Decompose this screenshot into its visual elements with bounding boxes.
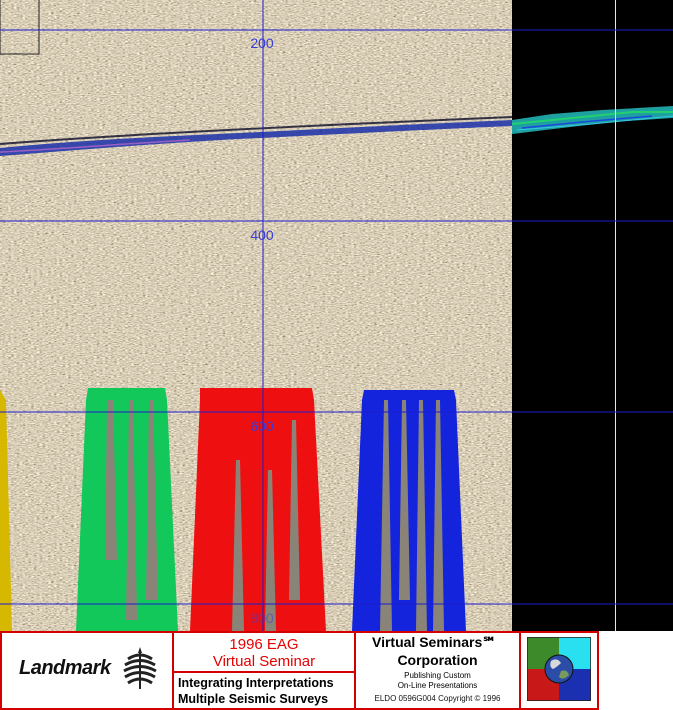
topic-line-2: Multiple Seismic Surveys <box>178 692 329 706</box>
depth-label-600: 600 <box>250 418 274 434</box>
company-type: Corporation <box>397 652 478 668</box>
seminar-year: 1996 EAG <box>229 636 299 653</box>
topic-line-1: Integrating Interpretations <box>178 676 334 690</box>
copyright-line: ELDO 0596G004 Copyright © 1996 <box>374 694 501 703</box>
grid-overlay: 200 400 600 800 <box>0 0 673 631</box>
publishing-line-2: On-Line Presentations <box>397 681 478 690</box>
globe-logo-icon <box>527 637 591 701</box>
landmark-logo-panel: Landmark <box>2 633 174 708</box>
depth-label-200: 200 <box>250 35 274 51</box>
depth-label-400: 400 <box>250 227 274 243</box>
landmark-emblem-icon <box>123 647 157 689</box>
depth-label-800: 800 <box>250 610 274 626</box>
publishing-line-1: Publishing Custom <box>404 671 471 680</box>
seminar-title-panel: 1996 EAG Virtual Seminar Integrating Int… <box>174 633 356 708</box>
landmark-logo: Landmark <box>19 657 111 679</box>
globe-logo-panel <box>521 633 597 708</box>
seismic-viewer: 200 400 600 800 <box>0 0 673 631</box>
seminar-title: Virtual Seminar <box>212 653 316 670</box>
topic-box: Integrating Interpretations Multiple Sei… <box>174 671 354 708</box>
seminar-banner: Landmark 1996 EAG Virtual Seminar Integr… <box>0 631 599 710</box>
company-panel: Virtual Seminars℠ Corporation Publishing… <box>356 633 521 708</box>
company-name: Virtual Seminars℠ <box>372 634 497 650</box>
